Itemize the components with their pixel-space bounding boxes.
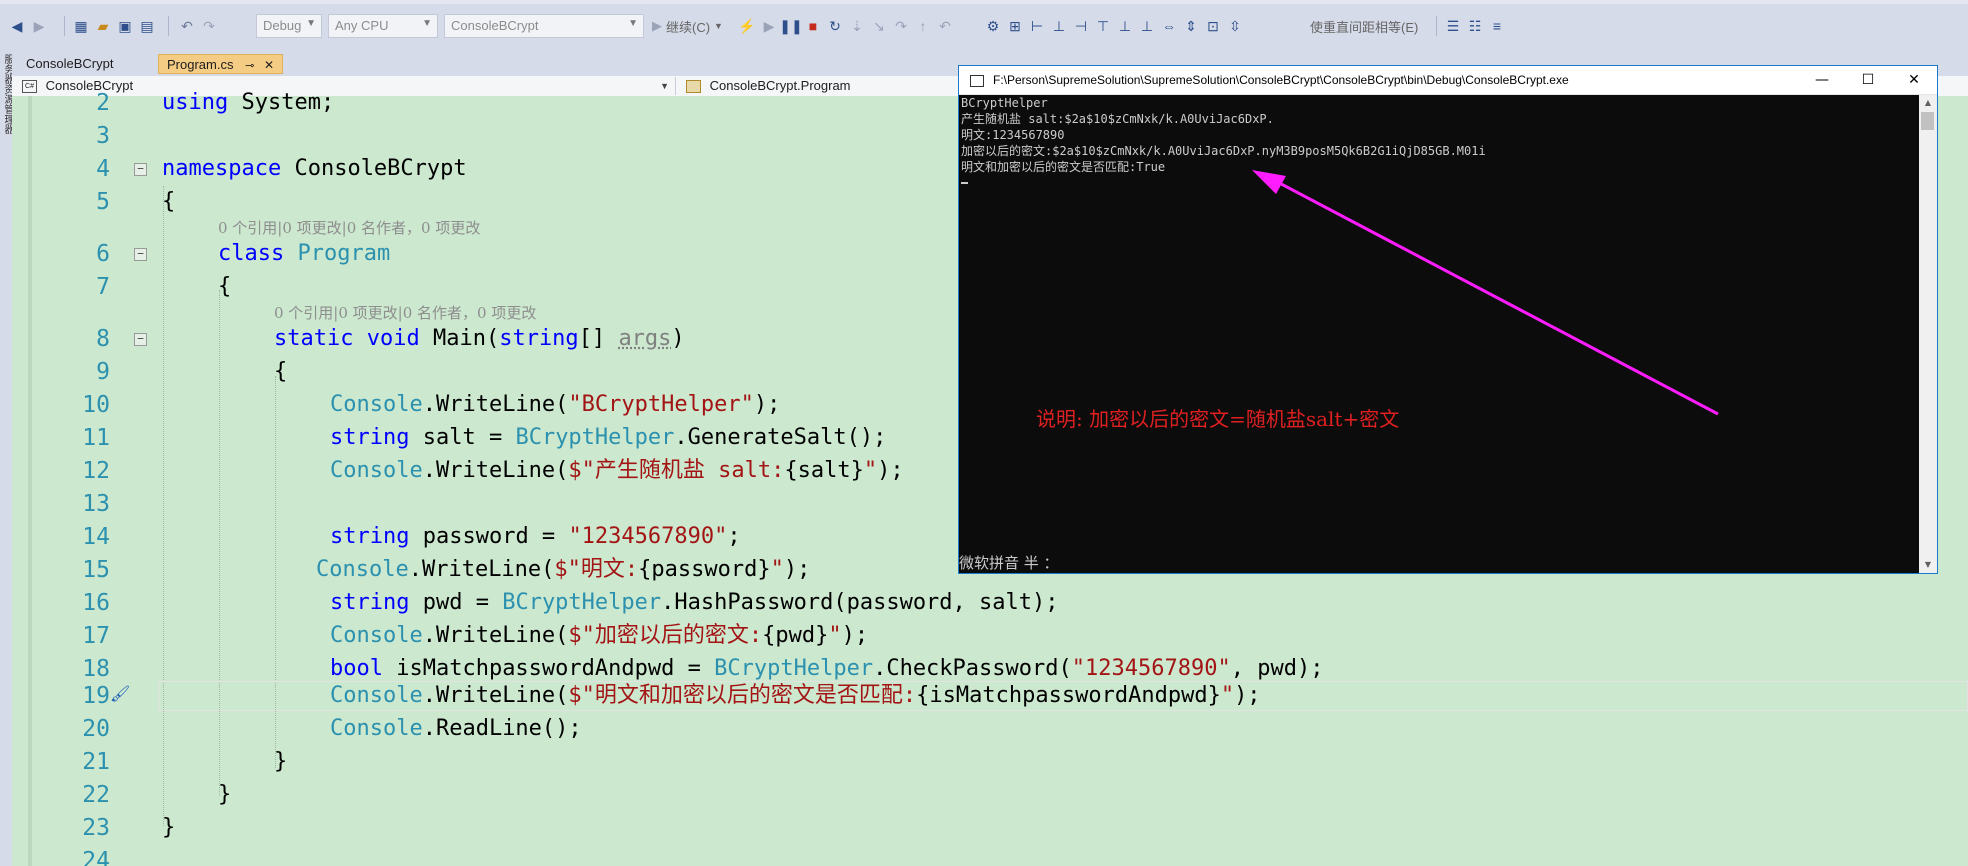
annotation-arrow-head (1252, 170, 1286, 194)
annotation-arrow (1265, 174, 1719, 416)
annotation-overlay (1252, 170, 1719, 416)
annotation-text: 说明: 加密以后的密文=随机盐salt+密文 (1036, 407, 1400, 431)
